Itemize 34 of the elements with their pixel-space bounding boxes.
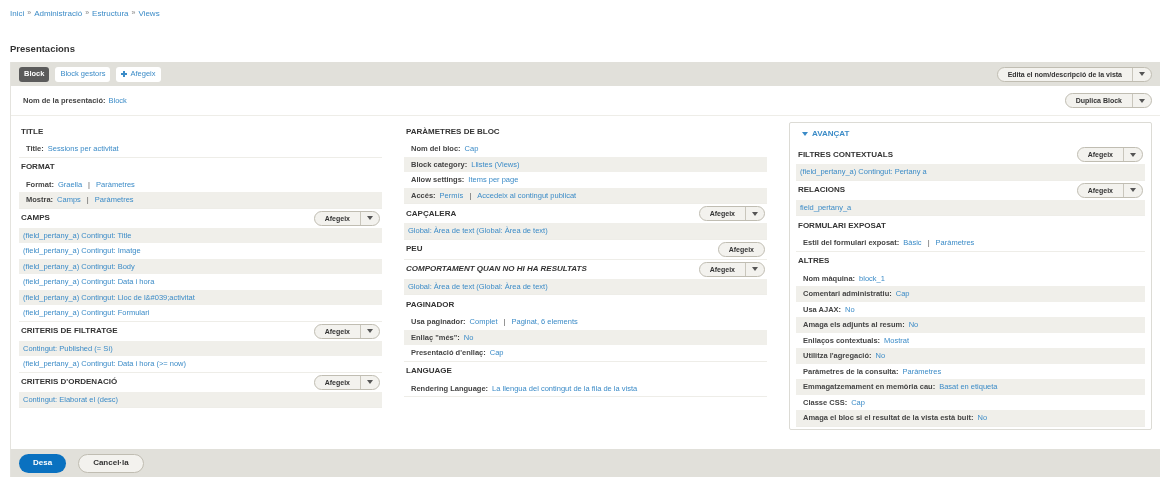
section-heading: FORMULARI EXPOSAT xyxy=(798,219,886,232)
section-heading: CAMPS xyxy=(21,212,50,224)
section-heading: CRITERIS D'ORDENACIÓ xyxy=(21,376,118,388)
caret-icon xyxy=(1130,188,1136,192)
breadcrumb-link[interactable]: Views xyxy=(138,7,160,20)
caret-icon xyxy=(752,211,758,216)
breadcrumb-link[interactable]: Estructura xyxy=(92,7,129,20)
triangle-icon xyxy=(802,131,808,137)
caret-icon xyxy=(367,216,373,220)
section-heading: CRITERIS DE FILTRATGE xyxy=(21,325,118,337)
caret-icon xyxy=(752,267,758,271)
plus-icon xyxy=(121,71,128,77)
caret-icon xyxy=(367,329,373,333)
section-heading: PEU xyxy=(406,243,423,255)
section-heading: TITLE xyxy=(21,125,44,138)
section-heading: CAPÇALERA xyxy=(406,207,457,220)
cancel-button[interactable]: Cancel·la xyxy=(78,453,144,473)
page-title: Presentacions xyxy=(10,43,75,54)
section-heading: FORMAT xyxy=(21,161,55,173)
caret-icon xyxy=(367,380,373,384)
caret-icon xyxy=(1139,98,1145,103)
caret-icon xyxy=(1130,152,1136,157)
section-heading: PARÀMETRES DE BLOC xyxy=(406,125,500,138)
caret-icon xyxy=(1139,72,1145,76)
section-heading: COMPORTAMENT QUAN NO HI HA RESULTATS xyxy=(406,263,587,275)
breadcrumb-link[interactable]: Administració xyxy=(34,7,83,20)
section-heading: RELACIONS xyxy=(798,184,846,196)
breadcrumb-link[interactable]: Inici xyxy=(10,7,25,20)
section-heading: FILTRES CONTEXTUALS xyxy=(798,148,893,161)
section-heading: PAGINADOR xyxy=(406,298,455,311)
save-button[interactable]: Desa xyxy=(19,453,67,473)
advanced-toggle[interactable]: AVANÇAT xyxy=(796,123,1145,145)
section-heading: ALTRES xyxy=(798,255,830,267)
section-heading: LANGUAGE xyxy=(406,365,452,377)
